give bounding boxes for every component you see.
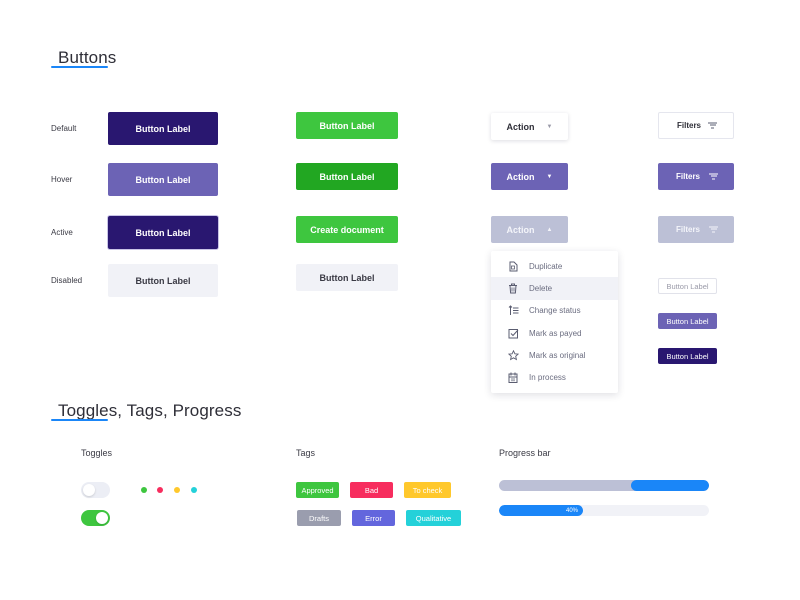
- filters-button-hover[interactable]: Filters: [658, 163, 734, 190]
- tag-error: Error: [352, 510, 395, 526]
- toggle-switch-off[interactable]: [81, 482, 110, 498]
- filters-label: Filters: [677, 121, 702, 130]
- primary-button-default[interactable]: Button Label: [108, 112, 218, 145]
- action-label: Action: [506, 224, 535, 235]
- filter-icon: [709, 173, 718, 180]
- action-dropdown-menu: Duplicate Delete Change status Mark as p…: [491, 251, 618, 393]
- menu-item-mark-as-payed[interactable]: Mark as payed: [491, 322, 618, 344]
- row-label-hover: Hover: [51, 175, 73, 184]
- progress-bar-fill: 40%: [499, 505, 583, 516]
- tag-qualitative: Qualitative: [406, 510, 461, 526]
- primary-button-hover[interactable]: Button Label: [108, 163, 218, 196]
- tag-drafts: Drafts: [297, 510, 341, 526]
- tag-bad: Bad: [350, 482, 393, 498]
- section-underline: [51, 419, 108, 421]
- menu-item-label: Mark as payed: [529, 328, 582, 338]
- toggle-knob: [83, 484, 95, 496]
- menu-item-mark-as-original[interactable]: Mark as original: [491, 344, 618, 366]
- tag-approved: Approved: [296, 482, 339, 498]
- green-button-disabled: Button Label: [296, 264, 398, 291]
- toggle-knob: [96, 512, 108, 524]
- filters-button-default[interactable]: Filters: [658, 112, 734, 139]
- action-button-default[interactable]: Action ▼: [491, 113, 568, 140]
- status-dot-cyan: [191, 487, 197, 493]
- calendar-icon: [507, 372, 519, 384]
- create-document-button[interactable]: Create document: [296, 216, 398, 243]
- star-icon: [507, 349, 519, 361]
- green-button-default[interactable]: Button Label: [296, 112, 398, 139]
- small-button-hover[interactable]: Button Label: [658, 313, 717, 329]
- progress-bar-labeled: 40%: [499, 505, 709, 516]
- action-button-hover[interactable]: Action ▼: [491, 163, 568, 190]
- progress-bar: [499, 480, 709, 491]
- checkbox-icon: [507, 327, 519, 339]
- section-underline: [51, 66, 108, 68]
- progress-bar-fill: [631, 480, 709, 491]
- menu-item-delete[interactable]: Delete: [491, 277, 618, 300]
- chevron-up-icon: ▲: [546, 226, 553, 233]
- menu-item-label: Change status: [529, 306, 581, 316]
- toggle-switch-on[interactable]: [81, 510, 110, 526]
- green-button-hover[interactable]: Button Label: [296, 163, 398, 190]
- menu-item-label: Duplicate: [529, 261, 563, 271]
- row-label-disabled: Disabled: [51, 276, 83, 285]
- chevron-down-icon: ▼: [546, 123, 553, 130]
- small-button-dark[interactable]: Button Label: [658, 348, 717, 364]
- action-label: Action: [506, 171, 535, 182]
- section-title-buttons: Buttons: [58, 48, 117, 67]
- row-label-default: Default: [51, 124, 77, 133]
- progress-title: Progress bar: [499, 448, 551, 458]
- tag-to-check: To check: [404, 482, 451, 498]
- menu-item-label: In process: [529, 373, 566, 383]
- action-label: Action: [506, 121, 535, 132]
- primary-button-disabled: Button Label: [108, 264, 218, 297]
- status-dot-red: [157, 487, 163, 493]
- action-button-active[interactable]: Action ▲: [491, 216, 568, 243]
- filter-icon: [709, 226, 718, 233]
- small-button-outline[interactable]: Button Label: [658, 278, 717, 294]
- menu-item-change-status[interactable]: Change status: [491, 300, 618, 322]
- menu-item-duplicate[interactable]: Duplicate: [491, 255, 618, 277]
- duplicate-icon: [507, 260, 519, 272]
- section-title-toggles-tags-progress: Toggles, Tags, Progress: [58, 401, 242, 420]
- menu-item-label: Delete: [529, 283, 553, 293]
- status-dot-green: [141, 487, 147, 493]
- primary-button-active[interactable]: Button Label: [108, 216, 218, 249]
- status-list-icon: [507, 305, 519, 317]
- filters-label: Filters: [676, 172, 701, 181]
- toggles-title: Toggles: [81, 448, 113, 458]
- filters-label: Filters: [676, 225, 701, 234]
- filters-button-active[interactable]: Filters: [658, 216, 734, 243]
- menu-item-label: Mark as original: [529, 350, 586, 360]
- row-label-active: Active: [51, 228, 73, 237]
- trash-icon: [507, 282, 519, 294]
- chevron-down-icon: ▼: [546, 173, 553, 180]
- filter-icon: [708, 122, 717, 129]
- tags-title: Tags: [296, 448, 316, 458]
- menu-item-in-process[interactable]: In process: [491, 366, 618, 388]
- progress-percent-label: 40%: [565, 507, 578, 514]
- status-dot-yellow: [174, 487, 180, 493]
